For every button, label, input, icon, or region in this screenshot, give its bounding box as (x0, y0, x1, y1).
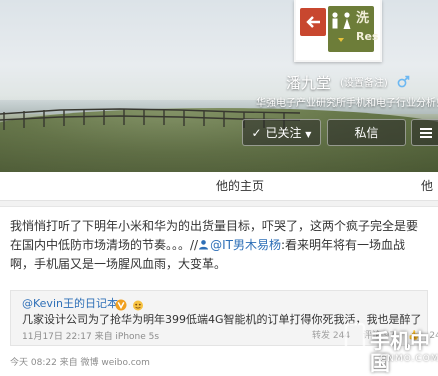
profile-cover: 洗 Res 潘九堂 (设置备注) 华强电子产业研究所手机和电子行业分析师 ✓ 已… (0, 0, 438, 172)
mention-link[interactable]: @IT男木易杨 (210, 238, 281, 252)
avatar[interactable]: 洗 Res (294, 0, 382, 62)
checkmark-icon: ✓ (251, 126, 262, 140)
profile-name: 潘九堂 (286, 74, 332, 92)
sign-red-panel (300, 8, 326, 36)
watermark-text: 手机中国 (370, 329, 430, 375)
post-text: 我悄悄打听了下明年小米和华为的出货量目标，吓哭了，这两个疯子完全是要在国内中低防… (10, 217, 428, 274)
male-icon (397, 75, 410, 88)
sign-text: 洗 (356, 11, 370, 26)
follow-button[interactable]: ✓ 已关注 ▼ (242, 119, 321, 146)
message-button[interactable]: 私信 (327, 119, 406, 146)
tab-home[interactable]: 他的主页 (216, 172, 264, 200)
profile-description: 华强电子产业研究所手机和电子行业分析师 (256, 98, 438, 109)
message-label: 私信 (354, 126, 379, 140)
repost-timestamp: 11月17日 22:17 来自 iPhone 5s (22, 332, 160, 342)
chevron-down-icon: ▼ (305, 130, 312, 139)
follow-label: 已关注 (265, 126, 302, 140)
watermark-subtext: CNMO.COM (380, 354, 438, 364)
restroom-icon (332, 12, 351, 42)
sign-subtext: Res (356, 30, 379, 43)
menu-icon (420, 128, 432, 138)
emoji-icon (133, 300, 144, 311)
exit-arrow-icon (306, 16, 320, 28)
more-button[interactable] (411, 119, 438, 146)
repost-author-link[interactable]: @Kevin王的日记本 (22, 297, 118, 311)
cnmo-logo-icon (344, 322, 366, 364)
verified-badge-icon (115, 299, 127, 311)
profile-tabbar: 他的主页 他的 (0, 172, 438, 221)
set-remark-link[interactable]: (设置备注) (340, 77, 388, 91)
post-footer: 今天 08:22 来自 微博 weibo.com (10, 358, 150, 368)
person-icon (199, 240, 209, 250)
tab-next[interactable]: 他的 (421, 172, 438, 221)
